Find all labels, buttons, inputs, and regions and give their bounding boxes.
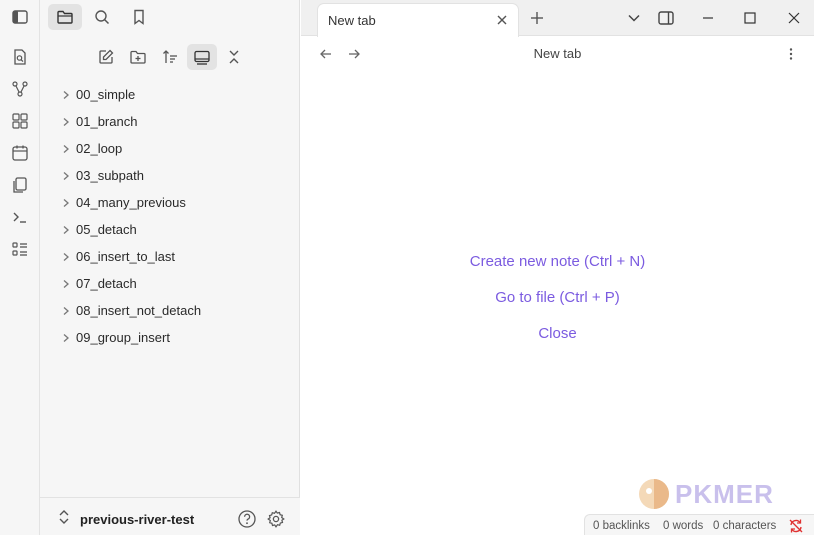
status-bar: 0 backlinks 0 words 0 characters: [584, 514, 814, 535]
folder-item[interactable]: 00_simple: [40, 81, 300, 108]
command-palette-icon[interactable]: [8, 205, 32, 229]
chevron-right-icon[interactable]: [59, 331, 73, 345]
go-to-file-link[interactable]: Go to file (Ctrl + P): [301, 289, 814, 325]
tab-bar: New tab: [301, 0, 814, 37]
more-options-icon[interactable]: [782, 45, 800, 63]
tab-list-chevron-down-icon[interactable]: [623, 7, 645, 29]
folder-label: 07_detach: [76, 276, 137, 291]
sidebar-tab-header: [40, 0, 300, 36]
chevron-right-icon[interactable]: [59, 223, 73, 237]
tab-new-tab[interactable]: New tab: [317, 3, 519, 37]
folder-label: 00_simple: [76, 87, 136, 102]
folder-icon[interactable]: [48, 4, 82, 30]
create-new-note-link[interactable]: Create new note (Ctrl + N): [301, 253, 814, 289]
close-link[interactable]: Close: [301, 325, 814, 361]
bookmark-icon[interactable]: [122, 4, 156, 30]
empty-state-actions: Create new note (Ctrl + N) Go to file (C…: [301, 253, 814, 361]
folder-item[interactable]: 01_branch: [40, 108, 300, 135]
new-tab-plus-icon[interactable]: [527, 8, 547, 28]
folder-item[interactable]: 05_detach: [40, 216, 300, 243]
left-ribbon: [0, 0, 40, 535]
folder-label: 09_group_insert: [76, 330, 170, 345]
maximize-window-icon[interactable]: [739, 7, 761, 29]
sync-error-icon[interactable]: [788, 518, 804, 534]
folder-label: 06_insert_to_last: [76, 249, 176, 264]
pkmer-logo-icon: [639, 479, 669, 509]
chevron-right-icon[interactable]: [59, 304, 73, 318]
chevron-right-icon[interactable]: [59, 169, 73, 183]
pkmer-watermark: PKMER: [637, 474, 774, 514]
chevron-right-icon[interactable]: [59, 88, 73, 102]
folder-item[interactable]: 04_many_previous: [40, 189, 300, 216]
close-tab-icon[interactable]: [494, 12, 510, 28]
canvas-icon[interactable]: [8, 109, 32, 133]
watermark-text: PKMER: [675, 478, 774, 509]
folder-item[interactable]: 09_group_insert: [40, 324, 300, 351]
folder-label: 03_subpath: [76, 168, 144, 183]
tab-title: New tab: [328, 13, 376, 28]
chevron-right-icon[interactable]: [59, 142, 73, 156]
vault-switch-icon[interactable]: [56, 508, 72, 526]
vault-switcher-bar: previous-river-test: [40, 497, 300, 535]
quick-switcher-icon[interactable]: [8, 45, 32, 69]
main-workspace: New tab New tab Create new note (Ctrl + …: [301, 0, 814, 535]
collapse-all-icon[interactable]: [219, 44, 249, 70]
folder-item[interactable]: 07_detach: [40, 270, 300, 297]
file-explorer-actions: [40, 42, 300, 72]
folder-tree: 00_simple 01_branch 02_loop 03_subpath 04_ma…: [40, 81, 300, 351]
chevron-right-icon[interactable]: [59, 250, 73, 264]
character-count: 0 characters: [713, 520, 777, 532]
new-folder-icon[interactable]: [123, 44, 153, 70]
folder-label: 05_detach: [76, 222, 137, 237]
minimize-window-icon[interactable]: [697, 7, 719, 29]
chevron-right-icon[interactable]: [59, 115, 73, 129]
backlinks-count[interactable]: 0 backlinks: [593, 520, 650, 532]
folder-label: 02_loop: [76, 141, 123, 156]
sidebar-toggle-icon[interactable]: [8, 5, 32, 29]
daily-note-icon[interactable]: [8, 141, 32, 165]
graph-icon[interactable]: [8, 77, 32, 101]
auto-reveal-icon[interactable]: [187, 44, 217, 70]
folder-label: 01_branch: [76, 114, 138, 129]
chevron-right-icon[interactable]: [59, 277, 73, 291]
right-sidebar-toggle-icon[interactable]: [655, 7, 677, 29]
word-count: 0 words: [663, 520, 704, 532]
file-explorer-sidebar: 00_simple 01_branch 02_loop 03_subpath 04_ma…: [40, 0, 300, 535]
folder-item[interactable]: 02_loop: [40, 135, 300, 162]
sort-icon[interactable]: [155, 44, 185, 70]
folder-label: 08_insert_not_detach: [76, 303, 202, 318]
view-header: New tab: [301, 37, 814, 71]
folder-item[interactable]: 03_subpath: [40, 162, 300, 189]
templates-icon[interactable]: [8, 173, 32, 197]
outline-icon[interactable]: [8, 237, 32, 261]
settings-gear-icon[interactable]: [265, 508, 287, 530]
view-title: New tab: [533, 46, 582, 61]
chevron-right-icon[interactable]: [59, 196, 73, 210]
close-window-icon[interactable]: [783, 7, 805, 29]
folder-item[interactable]: 06_insert_to_last: [40, 243, 300, 270]
search-icon[interactable]: [85, 4, 119, 30]
new-note-icon[interactable]: [91, 44, 121, 70]
help-icon[interactable]: [236, 508, 258, 530]
folder-item[interactable]: 08_insert_not_detach: [40, 297, 300, 324]
folder-label: 04_many_previous: [76, 195, 186, 210]
vault-name[interactable]: previous-river-test: [80, 512, 194, 527]
